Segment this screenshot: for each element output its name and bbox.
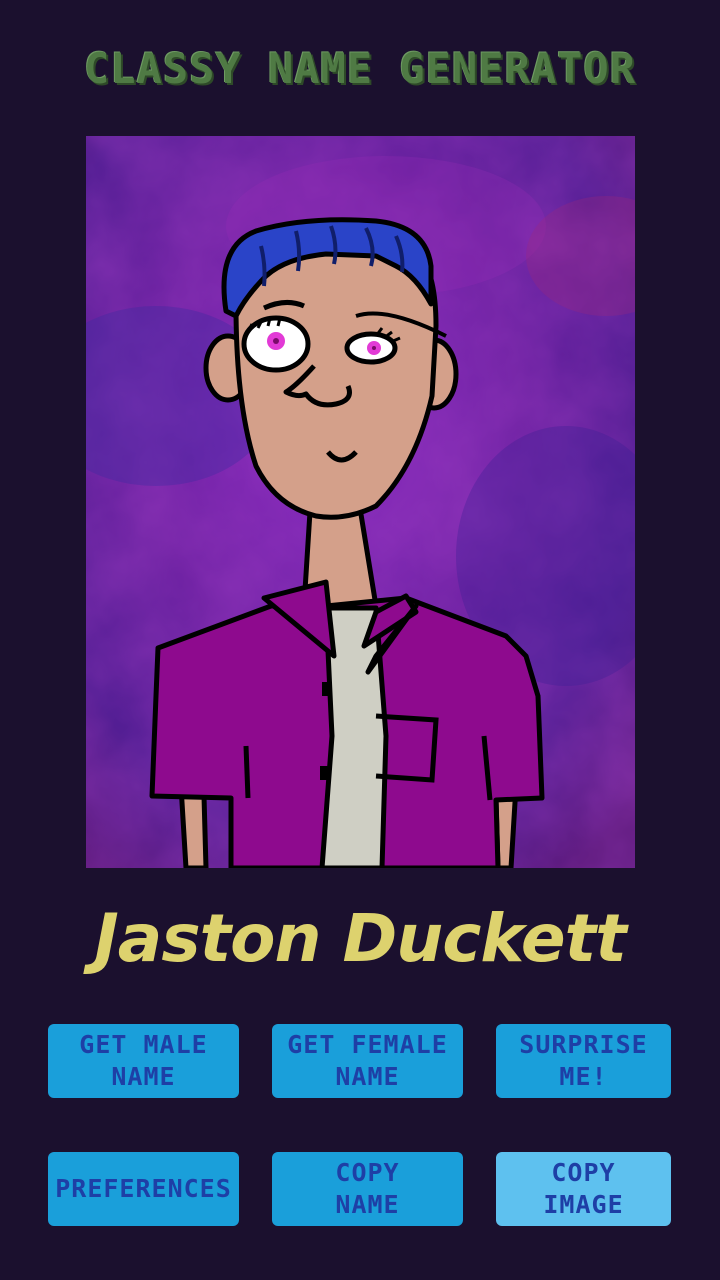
cartoon-portrait-icon	[86, 136, 635, 868]
surprise-me-button[interactable]: Surprise Me!	[496, 1024, 671, 1098]
app-title: Classy Name Generator	[83, 44, 636, 93]
preferences-button[interactable]: Preferences	[48, 1152, 239, 1226]
character-portrait	[86, 136, 635, 868]
get-female-name-button[interactable]: Get Female Name	[272, 1024, 463, 1098]
generated-name: Jaston Duckett	[94, 900, 627, 977]
get-male-name-button[interactable]: Get Male Name	[48, 1024, 239, 1098]
copy-image-button[interactable]: Copy Image	[496, 1152, 671, 1226]
copy-name-button[interactable]: Copy Name	[272, 1152, 463, 1226]
